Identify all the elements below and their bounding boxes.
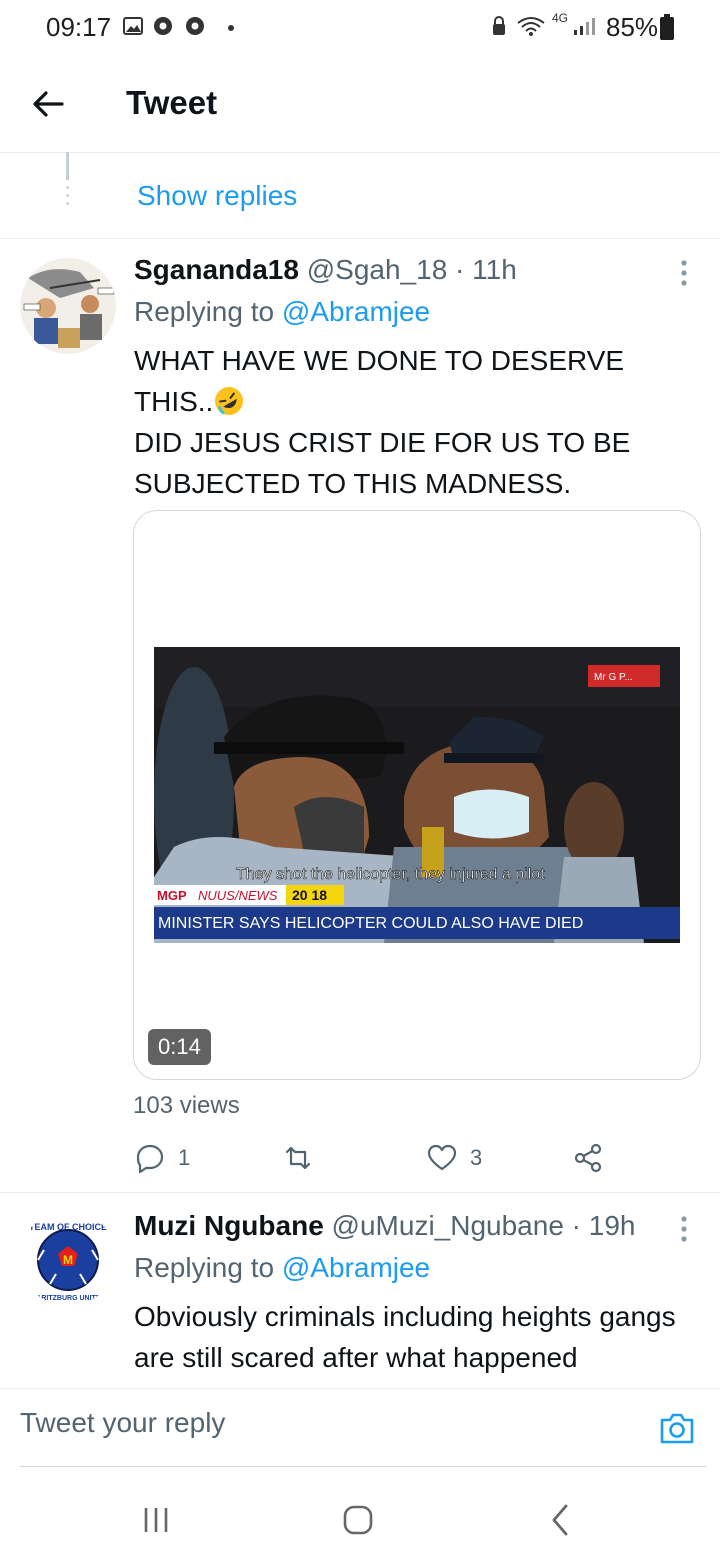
video-player[interactable]: Mr G P... They shot the helicopter, they… <box>133 510 701 1080</box>
status-time: 09:17 <box>46 12 112 42</box>
app-header: Tweet <box>0 56 720 153</box>
rofl-emoji-icon <box>215 387 244 415</box>
back-arrow-icon[interactable] <box>30 86 66 122</box>
like-count: 3 <box>470 1145 483 1170</box>
ticker-brand: MGP <box>157 888 187 903</box>
thread-dot <box>66 202 69 205</box>
tweet-text: WHAT HAVE WE DONE TO DESERVE THIS.. DID … <box>134 340 694 504</box>
thread-connector <box>66 152 69 180</box>
network-type: 4G <box>552 11 569 25</box>
tweet-text-line: DID JESUS CRIST DIE FOR US TO BE <box>134 427 631 458</box>
mention-link[interactable]: @Abramjee <box>282 1252 430 1283</box>
svg-text:M: M <box>63 1253 73 1267</box>
gallery-icon <box>123 17 143 35</box>
status-bar: 09:17 4G 85% <box>0 0 720 56</box>
mention-link[interactable]: @Abramjee <box>282 296 430 327</box>
cartoon-avatar-image <box>20 258 116 354</box>
reply-composer <box>0 1388 720 1469</box>
chrome-icon <box>154 17 172 35</box>
reply-count: 1 <box>178 1145 191 1170</box>
retweet-button[interactable] <box>282 1138 326 1178</box>
tweet-author[interactable]: Muzi Ngubane @uMuzi_Ngubane · 19h <box>134 1210 635 1242</box>
share-button[interactable] <box>572 1138 604 1178</box>
recent-apps-icon[interactable] <box>136 1500 176 1540</box>
reply-input[interactable] <box>20 1407 620 1439</box>
tweet-text: Obviously criminals including heights ga… <box>134 1301 676 1396</box>
composer-underline <box>20 1466 706 1467</box>
video-duration-badge: 0:14 <box>148 1029 211 1065</box>
handle-and-time: @Sgah_18 · 11h <box>298 254 517 285</box>
like-button[interactable]: 3 <box>426 1138 482 1178</box>
reply-icon <box>136 1144 164 1174</box>
video-subtitle: They shot the helicopter, they injured a… <box>236 866 545 883</box>
ticker-label: NUUS/NEWS <box>198 888 278 903</box>
avatar[interactable]: M TEAM OF CHOICE MARITZBURG UNITED <box>20 1210 116 1306</box>
avatar-text-bottom: MARITZBURG UNITED <box>30 1295 105 1302</box>
thread-dot <box>66 194 69 197</box>
wifi-icon <box>517 17 545 36</box>
page-title: Tweet <box>126 84 218 121</box>
replying-to: Replying to @Abramjee <box>134 296 430 328</box>
battery-percent: 85% <box>606 12 659 42</box>
view-count: 103 views <box>133 1092 240 1119</box>
avatar[interactable] <box>20 258 116 354</box>
battery-icon <box>660 14 674 40</box>
heart-icon <box>427 1144 457 1171</box>
display-name: Sgananda18 <box>134 254 299 285</box>
more-options-icon[interactable] <box>676 258 692 288</box>
retweet-icon <box>285 1146 311 1170</box>
tweet-text-line: THIS.. <box>134 381 694 422</box>
handle-and-time: @uMuzi_Ngubane · 19h <box>323 1210 636 1241</box>
divider <box>0 1192 720 1193</box>
tweet-text-line: WHAT HAVE WE DONE TO DESERVE <box>134 345 625 376</box>
display-name: Muzi Ngubane <box>134 1210 324 1241</box>
divider <box>0 238 720 239</box>
football-club-logo-avatar: M TEAM OF CHOICE MARITZBURG UNITED <box>20 1210 116 1306</box>
show-replies-link[interactable]: Show replies <box>137 180 297 212</box>
signal-icon <box>574 18 595 35</box>
ticker-time: 20 18 <box>292 887 327 903</box>
system-nav-bar <box>0 1470 720 1560</box>
home-icon[interactable] <box>338 1500 378 1540</box>
notification-dot-icon <box>228 25 234 31</box>
replying-prefix: Replying to <box>134 1252 282 1283</box>
video-thumbnail[interactable]: Mr G P... They shot the helicopter, they… <box>154 647 680 943</box>
tweet-author[interactable]: Sgananda18 @Sgah_18 · 11h <box>134 254 517 286</box>
share-icon <box>574 1143 602 1173</box>
video-channel-tag: Mr G P... <box>594 672 633 683</box>
back-nav-icon[interactable] <box>540 1500 580 1540</box>
lock-icon <box>493 16 505 35</box>
avatar-text-top: TEAM OF CHOICE <box>29 1222 107 1232</box>
news-video-frame-image: Mr G P... They shot the helicopter, they… <box>154 647 680 943</box>
replying-prefix: Replying to <box>134 296 282 327</box>
tweet-text-segment: THIS.. <box>134 386 214 417</box>
thread-dot <box>66 186 69 189</box>
camera-icon[interactable] <box>658 1409 696 1447</box>
reply-button[interactable]: 1 <box>134 1138 190 1178</box>
more-options-icon[interactable] <box>676 1214 692 1244</box>
replying-to: Replying to @Abramjee <box>134 1252 430 1284</box>
chrome-icon-2 <box>186 17 204 35</box>
video-headline: MINISTER SAYS HELICOPTER COULD ALSO HAVE… <box>158 915 583 932</box>
tweet-text-line: SUBJECTED TO THIS MADNESS. <box>134 468 572 499</box>
